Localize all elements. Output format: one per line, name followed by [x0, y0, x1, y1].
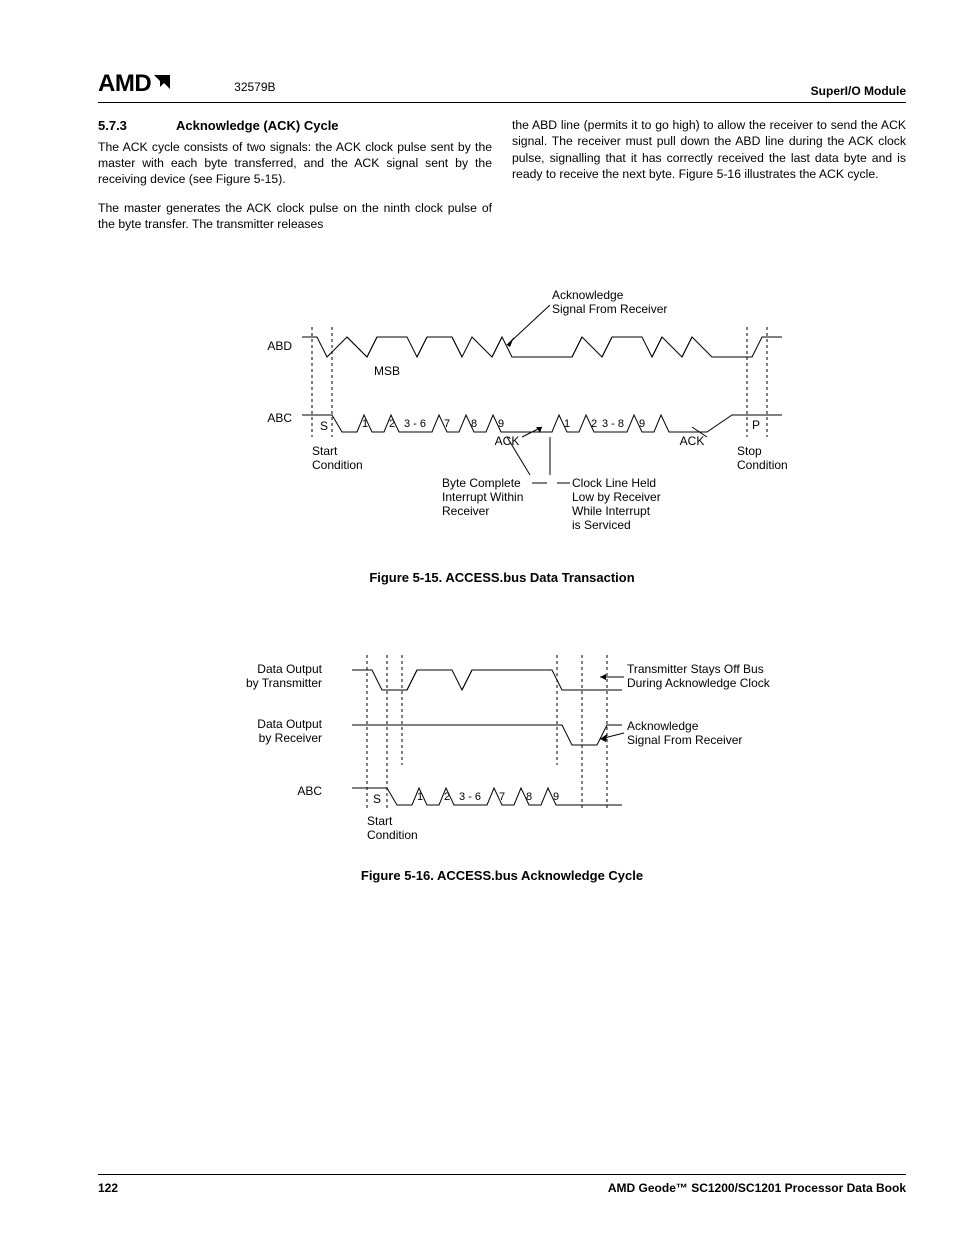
- svg-text:1: 1: [362, 418, 368, 430]
- two-column-text: 5.7.3Acknowledge (ACK) Cycle The ACK cyc…: [98, 117, 906, 245]
- figure-5-15: Acknowledge Signal From Receiver ABD MSB: [98, 287, 906, 585]
- svg-text:9: 9: [498, 418, 504, 430]
- svg-text:7: 7: [444, 418, 450, 430]
- page-footer: 122 AMD Geode™ SC1200/SC1201 Processor D…: [98, 1174, 906, 1195]
- figure-caption: Figure 5-16. ACCESS.bus Acknowledge Cycl…: [98, 868, 906, 883]
- svg-text:2: 2: [389, 418, 395, 430]
- header-chapter: SuperI/O Module: [811, 84, 906, 98]
- page-header: AMD 32579B SuperI/O Module: [98, 70, 906, 103]
- svg-text:Interrupt Within: Interrupt Within: [442, 490, 523, 504]
- svg-text:Condition: Condition: [312, 458, 363, 472]
- page: AMD 32579B SuperI/O Module 5.7.3Acknowle…: [0, 0, 954, 1235]
- svg-text:While Interrupt: While Interrupt: [572, 504, 651, 518]
- svg-text:Data Output: Data Output: [257, 662, 322, 676]
- figure-caption: Figure 5-15. ACCESS.bus Data Transaction: [98, 570, 906, 585]
- svg-text:3 - 6: 3 - 6: [459, 791, 481, 803]
- svg-text:8: 8: [526, 791, 532, 803]
- section-number: 5.7.3: [98, 117, 176, 135]
- amd-logo-text: AMD: [98, 70, 151, 98]
- paragraph: the ABD line (permits it to go high) to …: [512, 117, 906, 183]
- section-title: Acknowledge (ACK) Cycle: [176, 118, 339, 133]
- svg-text:8: 8: [471, 418, 477, 430]
- content: 5.7.3Acknowledge (ACK) Cycle The ACK cyc…: [98, 117, 906, 883]
- svg-text:1: 1: [564, 418, 570, 430]
- svg-text:ABC: ABC: [267, 411, 292, 425]
- svg-text:is Serviced: is Serviced: [572, 518, 631, 532]
- svg-text:Stop: Stop: [737, 444, 762, 458]
- svg-text:9: 9: [639, 418, 645, 430]
- svg-text:Data Output: Data Output: [257, 717, 322, 731]
- column-left: 5.7.3Acknowledge (ACK) Cycle The ACK cyc…: [98, 117, 492, 245]
- svg-text:2: 2: [591, 418, 597, 430]
- svg-text:S: S: [320, 419, 328, 433]
- svg-text:P: P: [752, 418, 760, 432]
- svg-text:by Receiver: by Receiver: [259, 731, 322, 745]
- paragraph: The master generates the ACK clock pulse…: [98, 200, 492, 233]
- timing-diagram-icon: Acknowledge Signal From Receiver ABD MSB: [152, 287, 852, 547]
- svg-text:MSB: MSB: [374, 364, 400, 378]
- svg-text:Receiver: Receiver: [442, 504, 489, 518]
- book-title: AMD Geode™ SC1200/SC1201 Processor Data …: [608, 1181, 906, 1195]
- svg-text:S: S: [373, 792, 381, 806]
- svg-text:Signal From Receiver: Signal From Receiver: [552, 302, 667, 316]
- svg-text:Low by Receiver: Low by Receiver: [572, 490, 661, 504]
- svg-text:1: 1: [417, 791, 423, 803]
- svg-text:Clock Line Held: Clock Line Held: [572, 476, 656, 490]
- svg-text:Condition: Condition: [737, 458, 788, 472]
- svg-text:ABD: ABD: [267, 339, 292, 353]
- section-heading: 5.7.3Acknowledge (ACK) Cycle: [98, 117, 492, 135]
- paragraph: The ACK cycle consists of two signals: t…: [98, 139, 492, 188]
- amd-logo: AMD: [98, 70, 174, 98]
- svg-text:2: 2: [444, 791, 450, 803]
- svg-text:Acknowledge: Acknowledge: [552, 288, 624, 302]
- svg-text:Signal From Receiver: Signal From Receiver: [627, 733, 742, 747]
- column-right: the ABD line (permits it to go high) to …: [512, 117, 906, 245]
- svg-text:9: 9: [553, 791, 559, 803]
- svg-text:During Acknowledge Clock: During Acknowledge Clock: [627, 676, 771, 690]
- svg-text:ACK: ACK: [495, 434, 520, 448]
- svg-text:3 - 8: 3 - 8: [602, 418, 624, 430]
- svg-text:Condition: Condition: [367, 828, 418, 842]
- svg-text:Start: Start: [312, 444, 338, 458]
- svg-text:3 - 6: 3 - 6: [404, 418, 426, 430]
- svg-text:7: 7: [499, 791, 505, 803]
- timing-diagram-icon: Data Output by Transmitter Transmitter S…: [152, 645, 852, 845]
- amd-arrow-icon: [152, 70, 174, 98]
- svg-text:by Transmitter: by Transmitter: [246, 676, 322, 690]
- doc-number: 32579B: [234, 80, 275, 94]
- svg-text:ABC: ABC: [297, 784, 322, 798]
- header-left: AMD 32579B: [98, 70, 276, 98]
- figure-5-16: Data Output by Transmitter Transmitter S…: [98, 645, 906, 883]
- svg-text:ACK: ACK: [680, 434, 705, 448]
- page-number: 122: [98, 1181, 118, 1195]
- svg-text:Start: Start: [367, 814, 393, 828]
- svg-text:Transmitter Stays Off Bus: Transmitter Stays Off Bus: [627, 662, 764, 676]
- svg-text:Acknowledge: Acknowledge: [627, 719, 699, 733]
- svg-text:Byte Complete: Byte Complete: [442, 476, 521, 490]
